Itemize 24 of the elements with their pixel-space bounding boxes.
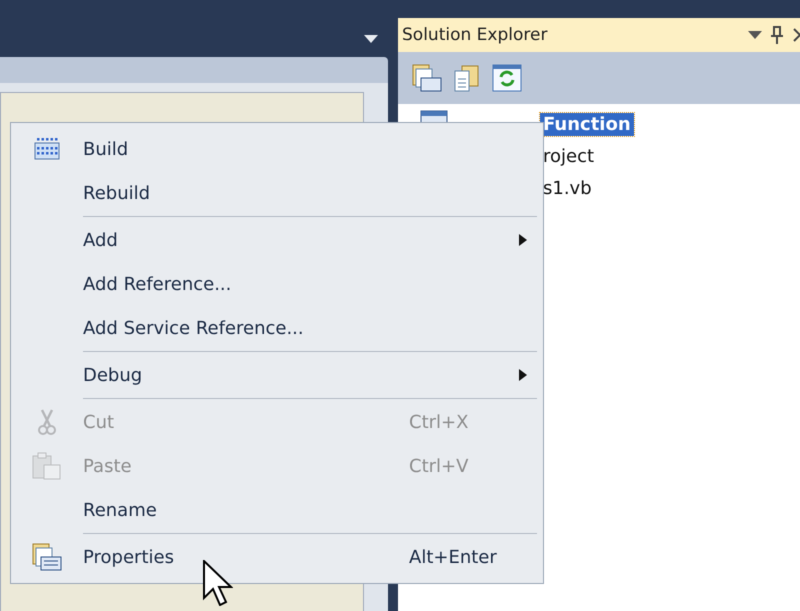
menu-item[interactable]: Add Service Reference... [11, 306, 543, 350]
scissors-icon [37, 408, 57, 436]
submenu-arrow-icon [519, 234, 527, 246]
dropdown-arrow-icon [748, 31, 762, 39]
clipboard-icon [32, 452, 62, 480]
tree-item[interactable]: Function [540, 112, 634, 136]
menu-item[interactable]: Add Reference... [11, 262, 543, 306]
tree-item[interactable]: roject [540, 144, 598, 168]
tree-item[interactable]: s1.vb [540, 176, 595, 200]
menu-item[interactable]: Properties Alt+Enter [11, 535, 543, 579]
menu-item[interactable]: Rename [11, 488, 543, 532]
menu-item[interactable]: Rebuild [11, 171, 543, 215]
mouse-pointer-icon [203, 560, 233, 606]
build-icon [34, 137, 60, 161]
menu-item[interactable]: Debug [11, 353, 543, 397]
refresh-icon[interactable] [492, 63, 522, 93]
dropdown-arrow-icon [364, 35, 378, 43]
submenu-arrow-icon [519, 369, 527, 381]
pin-icon [770, 25, 784, 45]
panel-title: Solution Explorer [402, 25, 548, 45]
properties-icon[interactable] [412, 63, 442, 93]
menu-item[interactable]: Add [11, 218, 543, 262]
properties-icon [32, 543, 62, 571]
menu-item[interactable]: Build [11, 127, 543, 171]
